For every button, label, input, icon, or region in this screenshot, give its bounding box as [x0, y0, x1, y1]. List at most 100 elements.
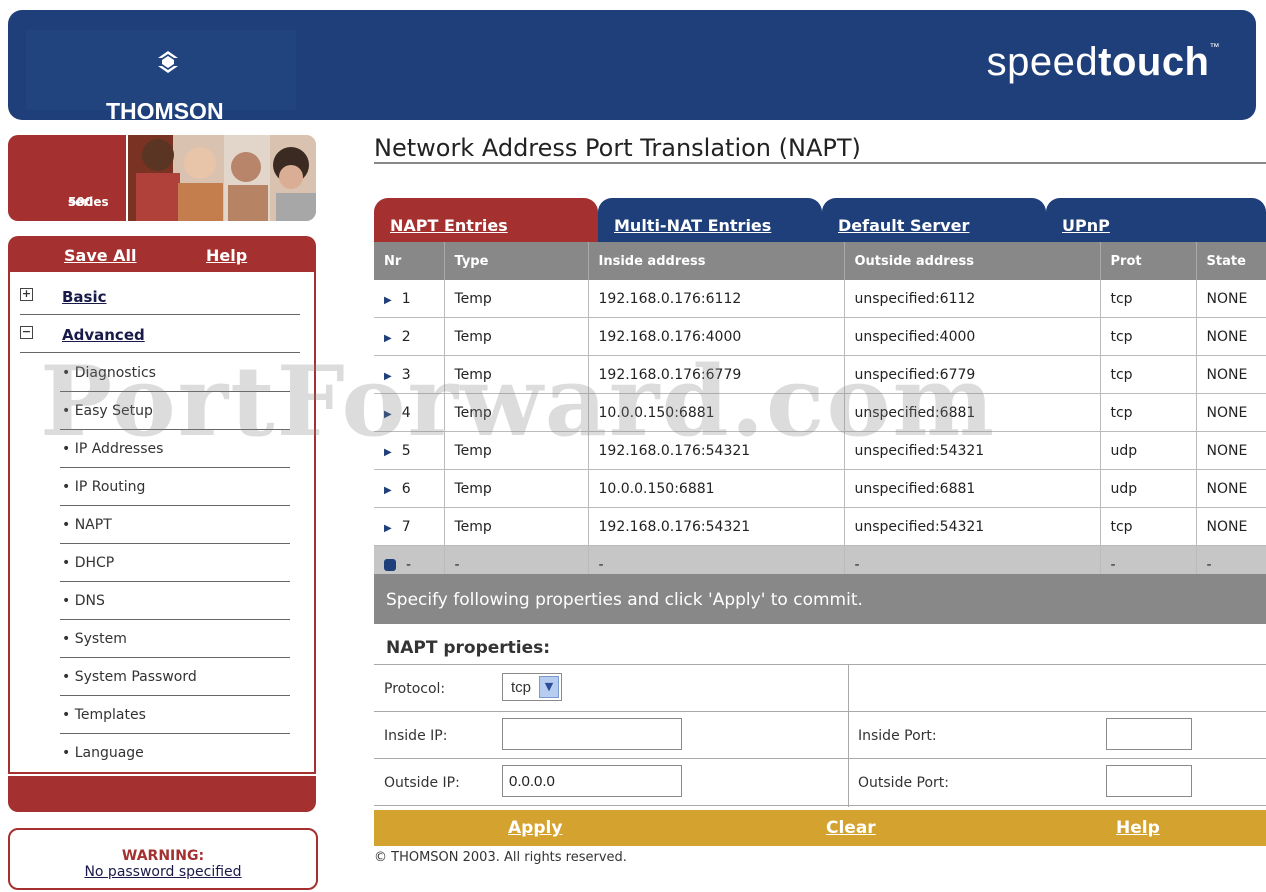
cell-inside-address: 192.168.0.176:54321 — [588, 507, 845, 546]
sidebar-item-system-password[interactable]: • System Password — [60, 657, 290, 696]
tab-label[interactable]: NAPT Entries — [390, 216, 508, 235]
row-expand-arrow-icon[interactable]: ▶ — [384, 295, 392, 306]
cell-nr[interactable]: ▶ 2 — [374, 317, 445, 356]
cell-type: Temp — [444, 317, 589, 356]
cell-prot: udp — [1100, 469, 1197, 508]
sidebar-item-label[interactable]: • IP Routing — [62, 479, 145, 495]
tab-napt-entries[interactable]: NAPT Entries — [374, 198, 598, 242]
sidebar-item-label[interactable]: • Easy Setup — [62, 403, 153, 419]
sidebar-section-advanced[interactable]: − Advanced — [20, 314, 300, 353]
sidebar-item-dhcp[interactable]: • DHCP — [60, 543, 290, 582]
apply-button[interactable]: Apply — [508, 818, 562, 838]
cell-state: NONE — [1196, 280, 1266, 318]
tab-default-server[interactable]: Default Server — [822, 198, 1046, 242]
hint-text: Specify following properties and click '… — [386, 590, 863, 610]
protocol-label: Protocol: — [384, 681, 446, 697]
new-entry-icon[interactable] — [384, 558, 396, 571]
row-expand-arrow-icon[interactable]: ▶ — [384, 333, 392, 344]
page-title: Network Address Port Translation (NAPT) — [374, 134, 1266, 164]
sidebar-section-label[interactable]: Advanced — [62, 326, 145, 344]
sidebar-item-templates[interactable]: • Templates — [60, 695, 290, 734]
table-row[interactable]: ▶ 4 Temp 10.0.0.150:6881 unspecified:6881 tcp… — [374, 393, 1266, 432]
tab-multi-nat-entries[interactable]: Multi-NAT Entries — [598, 198, 822, 242]
sidebar-item-label[interactable]: • DHCP — [62, 555, 114, 571]
row-expand-arrow-icon[interactable]: ▶ — [384, 371, 392, 382]
people-photo-image — [128, 135, 316, 221]
sidebar-item-label[interactable]: • IP Addresses — [62, 441, 163, 457]
sidebar-item-diagnostics[interactable]: • Diagnostics — [60, 353, 290, 392]
table-row[interactable]: ▶ 1 Temp 192.168.0.176:6112 unspecified:6112… — [374, 280, 1266, 318]
column-header-nr: Nr — [374, 242, 445, 280]
sidebar-item-label[interactable]: • Language — [62, 745, 144, 761]
protocol-value[interactable]: tcp — [511, 679, 531, 696]
sidebar-item-language[interactable]: • Language — [60, 733, 290, 771]
row-number: 2 — [401, 328, 411, 345]
outside-port-input[interactable] — [1106, 765, 1192, 797]
sidebar-item-label[interactable]: • NAPT — [62, 517, 112, 533]
clear-button[interactable]: Clear — [826, 818, 876, 838]
row-expand-arrow-icon[interactable]: ▶ — [384, 523, 392, 534]
table-row[interactable]: ▶ 3 Temp 192.168.0.176:6779 unspecified:6779… — [374, 355, 1266, 394]
cell-nr[interactable]: ▶ 4 — [374, 393, 445, 432]
tab-label[interactable]: UPnP — [1062, 216, 1110, 235]
sidebar-section-basic[interactable]: + Basic — [20, 276, 300, 315]
cell-nr[interactable]: ▶ 6 — [374, 469, 445, 508]
brand-light: speed — [986, 40, 1099, 84]
napt-entries-table: Nr Type Inside address Outside address P… — [374, 242, 1266, 584]
cell-nr[interactable]: ▶ 5 — [374, 431, 445, 470]
chevron-down-icon[interactable]: ▼ — [539, 676, 559, 698]
cell-nr[interactable]: ▶ 7 — [374, 507, 445, 546]
sidebar-item-ip-addresses[interactable]: • IP Addresses — [60, 429, 290, 468]
sidebar-item-label[interactable]: • Diagnostics — [62, 365, 156, 381]
sidebar-help-link[interactable]: Help — [206, 246, 247, 265]
tab-label[interactable]: Default Server — [838, 216, 969, 235]
save-all-link[interactable]: Save All — [64, 246, 137, 265]
sidebar-item-label[interactable]: • Templates — [62, 707, 146, 723]
cell-inside-address: 10.0.0.150:6881 — [588, 393, 845, 432]
cell-type: Temp — [444, 507, 589, 546]
sidebar-item-easy-setup[interactable]: • Easy Setup — [60, 391, 290, 430]
cell-state: NONE — [1196, 469, 1266, 508]
cell-inside-address: 192.168.0.176:6112 — [588, 280, 845, 318]
expand-icon[interactable]: + — [20, 288, 33, 301]
sidebar-item-ip-routing[interactable]: • IP Routing — [60, 467, 290, 506]
cell-prot: tcp — [1100, 280, 1197, 318]
inside-port-input[interactable] — [1106, 718, 1192, 750]
table-row[interactable]: ▶ 5 Temp 192.168.0.176:54321 unspecified:543… — [374, 431, 1266, 470]
cell-nr[interactable]: ▶ 3 — [374, 355, 445, 394]
sidebar-item-label[interactable]: • DNS — [62, 593, 105, 609]
copyright-text: © THOMSON 2003. All rights reserved. — [374, 850, 627, 865]
table-row[interactable]: ▶ 7 Temp 192.168.0.176:54321 unspecified:543… — [374, 507, 1266, 546]
table-row[interactable]: ▶ 6 Temp 10.0.0.150:6881 unspecified:6881 udp… — [374, 469, 1266, 508]
cell-type: Temp — [444, 431, 589, 470]
no-password-link[interactable]: No password specified — [10, 864, 316, 880]
row-number: 5 — [401, 442, 411, 459]
row-expand-arrow-icon[interactable]: ▶ — [384, 409, 392, 420]
sidebar-item-napt[interactable]: • NAPT — [60, 505, 290, 544]
cell-inside-address: 192.168.0.176:4000 — [588, 317, 845, 356]
sidebar-section-label[interactable]: Basic — [62, 288, 107, 306]
thomson-logo: THOMSON — [26, 30, 296, 124]
table-row[interactable]: ▶ 2 Temp 192.168.0.176:4000 unspecified:4000… — [374, 317, 1266, 356]
cell-nr[interactable]: ▶ 1 — [374, 280, 445, 318]
sidebar-item-dns[interactable]: • DNS — [60, 581, 290, 620]
inside-ip-input[interactable] — [502, 718, 682, 750]
sidebar-item-label[interactable]: • System — [62, 631, 127, 647]
row-expand-arrow-icon[interactable]: ▶ — [384, 485, 392, 496]
tab-upnp[interactable]: UPnP — [1046, 198, 1266, 242]
sidebar-item-label[interactable]: • System Password — [62, 669, 197, 685]
warning-box: WARNING: No password specified — [8, 828, 318, 890]
protocol-select[interactable]: tcp ▼ — [502, 673, 562, 701]
outside-ip-input[interactable] — [502, 765, 682, 797]
row-number: 7 — [401, 518, 411, 535]
cell-outside-address: unspecified:6112 — [844, 280, 1101, 318]
protocol-row: Protocol: tcp ▼ — [374, 665, 1266, 712]
cell-inside-address: 192.168.0.176:6779 — [588, 355, 845, 394]
collapse-icon[interactable]: − — [20, 326, 33, 339]
sidebar-item-system[interactable]: • System — [60, 619, 290, 658]
cell-prot: tcp — [1100, 507, 1197, 546]
row-expand-arrow-icon[interactable]: ▶ — [384, 447, 392, 458]
outside-row: Outside IP: Outside Port: — [374, 759, 1266, 806]
tab-label[interactable]: Multi-NAT Entries — [614, 216, 771, 235]
help-button[interactable]: Help — [1116, 818, 1160, 838]
